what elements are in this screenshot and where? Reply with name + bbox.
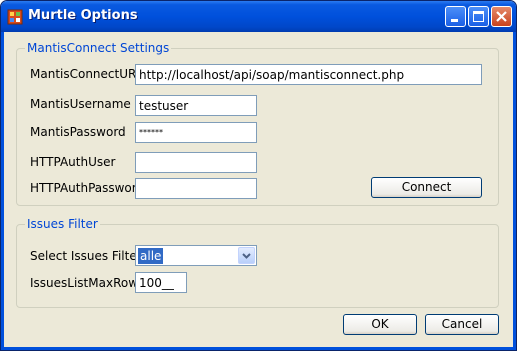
issues-filter-group (16, 224, 499, 308)
connect-button[interactable]: Connect (371, 177, 482, 198)
minimize-button[interactable] (445, 6, 466, 27)
mantis-url-input[interactable]: http://localhost/api/soap/mantisconnect.… (135, 64, 482, 85)
mantis-password-input[interactable]: ****** (135, 122, 257, 143)
issues-filter-select[interactable]: alle (135, 245, 257, 266)
http-auth-user-input[interactable] (135, 152, 257, 173)
issues-maxrows-input[interactable]: 100__ (135, 272, 187, 293)
window-frame-bottom (1, 347, 516, 350)
issues-maxrows-label: IssuesListMaxRows (30, 276, 145, 290)
title-bar[interactable]: Murtle Options (1, 1, 516, 32)
http-auth-password-input[interactable] (135, 178, 257, 199)
close-button[interactable] (491, 6, 512, 27)
maximize-button[interactable] (468, 6, 489, 27)
mantis-username-input[interactable]: testuser (135, 95, 257, 116)
window-frame-right (513, 32, 516, 350)
http-auth-user-label: HTTPAuthUser (30, 155, 116, 169)
options-window: Murtle Options MantisConnect Settings Ma… (0, 0, 517, 351)
issues-filter-title: Issues Filter (25, 217, 100, 231)
ok-button[interactable]: OK (343, 314, 417, 335)
issues-filter-value: alle (138, 248, 164, 264)
mantis-username-label: MantisUsername (30, 97, 131, 111)
cancel-button[interactable]: Cancel (425, 314, 499, 335)
window-frame-left (1, 32, 4, 350)
http-auth-password-label: HTTPAuthPassword (30, 181, 145, 195)
dropdown-button[interactable] (238, 247, 255, 264)
mantisconnect-settings-title: MantisConnect Settings (25, 41, 172, 55)
window-title: Murtle Options (28, 8, 138, 23)
app-icon (7, 9, 23, 25)
mantis-password-label: MantisPassword (30, 125, 126, 139)
mantis-url-label: MantisConnectURL (30, 67, 144, 81)
close-icon (496, 11, 507, 22)
chevron-down-icon (242, 253, 251, 259)
issues-filter-label: Select Issues Filter (30, 249, 142, 263)
maximize-icon (473, 11, 484, 22)
minimize-icon (451, 19, 458, 22)
